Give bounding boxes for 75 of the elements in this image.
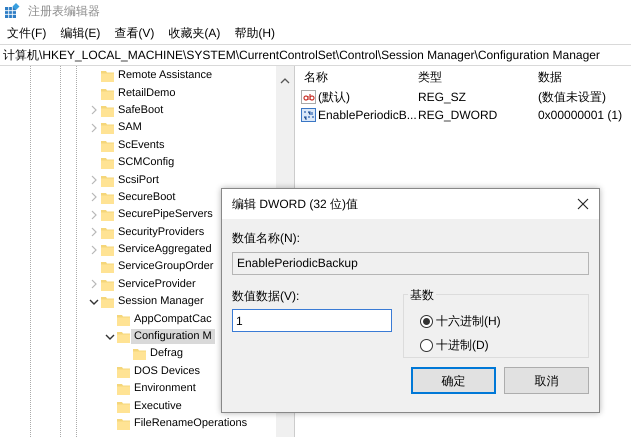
menu-item[interactable]: 文件(F)	[0, 24, 54, 42]
folder-icon	[100, 294, 115, 310]
expand-chevron-icon[interactable]	[89, 122, 99, 133]
column-header[interactable]: 类型	[418, 68, 538, 86]
expand-chevron-icon[interactable]	[89, 227, 99, 238]
tree-item[interactable]: ServiceAggregated	[115, 242, 215, 258]
tree-item[interactable]: FileRenameOperations	[131, 416, 250, 431]
tree-item[interactable]: SecureBoot	[115, 190, 178, 205]
value-type: REG_SZ	[418, 89, 468, 106]
menu-item[interactable]: 查看(V)	[107, 24, 162, 42]
radio-label: 十六进制(H)	[436, 313, 501, 330]
folder-icon	[116, 416, 131, 431]
tree-item[interactable]: SCMConfig	[115, 155, 178, 170]
expand-chevron-icon[interactable]	[89, 192, 99, 202]
tree-item[interactable]: SecurityProviders	[115, 224, 208, 240]
value-type: REG_DWORD	[418, 107, 498, 124]
folder-icon	[132, 346, 147, 362]
tree-item[interactable]: Remote Assistance	[115, 68, 216, 84]
scroll-up-icon[interactable]	[280, 78, 290, 84]
column-header[interactable]: 名称	[301, 68, 418, 86]
registry-app-icon	[4, 3, 20, 19]
menu-item[interactable]: 编辑(E)	[53, 24, 108, 42]
tree-item[interactable]: Session Manager	[115, 294, 207, 310]
tree-item[interactable]: DOS Devices	[131, 364, 204, 379]
string-value-icon	[301, 90, 316, 104]
expand-chevron-icon[interactable]	[89, 244, 99, 255]
collapse-chevron-icon[interactable]	[105, 332, 115, 342]
tree-item[interactable]: SafeBoot	[115, 102, 166, 118]
menu-item[interactable]: 收藏夹(A)	[161, 24, 228, 42]
address-bar[interactable]: 计算机\HKEY_LOCAL_MACHINE\SYSTEM\CurrentControlSet\Control\Session Manager\Configuration Manager	[0, 44, 631, 66]
group-label: 基数	[408, 286, 436, 304]
value-name[interactable]: (默认)	[318, 88, 350, 106]
binary-value-icon	[301, 108, 316, 122]
column-header[interactable]: 数据	[538, 68, 562, 86]
tree-item[interactable]: SAM	[115, 120, 145, 136]
field-label: 数值名称(N):	[232, 230, 301, 247]
tree-item[interactable]: ServiceProvider	[115, 276, 199, 292]
tree-item[interactable]: Executive	[131, 398, 185, 414]
value-data: 0x00000001 (1)	[538, 107, 622, 124]
dialog-title: 编辑 DWORD (32 位)值	[232, 196, 358, 213]
tree-item[interactable]: ScsiPort	[115, 172, 162, 188]
folder-icon	[100, 242, 115, 258]
expand-chevron-icon[interactable]	[89, 279, 99, 290]
folder-icon	[100, 207, 115, 222]
tree-item[interactable]: Defrag	[147, 346, 186, 362]
collapse-chevron-icon[interactable]	[89, 296, 99, 307]
radio-button[interactable]	[420, 338, 433, 352]
value-name-field[interactable]: EnablePeriodicBackup	[232, 252, 589, 275]
folder-icon	[100, 68, 115, 84]
value-data: (数值未设置)	[538, 89, 606, 106]
expand-chevron-icon[interactable]	[89, 175, 99, 186]
folder-icon	[116, 381, 131, 396]
tree-item[interactable]: SecurePipeServers	[115, 207, 216, 222]
expand-chevron-icon[interactable]	[89, 105, 99, 116]
tree-item[interactable]: ScEvents	[115, 138, 168, 153]
folder-icon	[100, 120, 115, 136]
ok-button[interactable]: 确定	[411, 367, 496, 394]
tree-item[interactable]: ServiceGroupOrder	[115, 259, 216, 274]
menu-item[interactable]: 帮助(H)	[227, 24, 282, 42]
close-icon[interactable]	[577, 198, 589, 210]
radio-button[interactable]	[420, 314, 433, 328]
window-title: 注册表编辑器	[28, 3, 100, 20]
value-name[interactable]: EnablePeriodicB...	[318, 106, 417, 124]
folder-icon	[116, 329, 131, 344]
tree-item[interactable]: Environment	[131, 381, 199, 396]
field-label: 数值数据(V):	[232, 288, 300, 305]
value-data-field[interactable]: 1	[232, 309, 392, 332]
tree-item[interactable]: Configuration M	[131, 329, 215, 344]
folder-icon	[100, 155, 115, 170]
tree-item[interactable]: RetailDemo	[115, 86, 178, 101]
cancel-button[interactable]: 取消	[504, 367, 589, 394]
expand-chevron-icon[interactable]	[89, 210, 99, 220]
folder-icon	[100, 259, 115, 274]
tree-item[interactable]: AppCompatCac	[131, 312, 215, 327]
radio-label: 十进制(D)	[436, 337, 489, 354]
